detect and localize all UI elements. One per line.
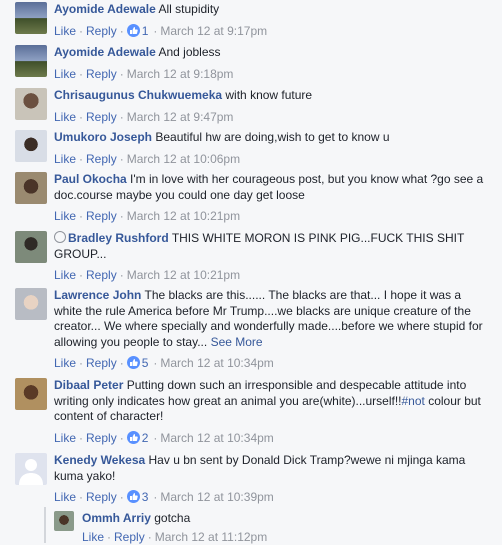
default-avatar-icon xyxy=(15,453,47,485)
commenter-name[interactable]: Ayomide Adewale xyxy=(54,45,156,59)
like-link[interactable]: Like xyxy=(54,24,76,38)
comment-body: Paul Okocha I'm in love with her courage… xyxy=(54,172,488,225)
avatar[interactable] xyxy=(15,231,47,263)
reply-link[interactable]: Reply xyxy=(86,24,117,38)
commenter-name[interactable]: Ommh Arriy xyxy=(82,511,151,525)
avatar[interactable] xyxy=(15,288,47,320)
timestamp[interactable]: March 12 at 9:17pm xyxy=(160,24,267,38)
verified-circle-icon xyxy=(54,231,66,243)
reply-link[interactable]: Reply xyxy=(86,152,117,166)
avatar[interactable] xyxy=(15,378,47,410)
comment-text: Beautiful hw are doing,wish to get to kn… xyxy=(155,130,389,144)
timestamp[interactable]: March 12 at 9:47pm xyxy=(127,110,234,124)
commenter-name[interactable]: Ayomide Adewale xyxy=(54,2,156,16)
comment-actions: Like·Reply·March 12 at 10:06pm xyxy=(54,152,488,168)
comment-text: All stupidity xyxy=(158,2,219,16)
like-link[interactable]: Like xyxy=(54,67,76,81)
reply-link[interactable]: Reply xyxy=(86,67,117,81)
comment-actions: Like·Reply·March 12 at 10:21pm xyxy=(54,209,488,225)
like-link[interactable]: Like xyxy=(54,152,76,166)
commenter-name[interactable]: Bradley Rushford xyxy=(68,231,169,245)
comment-actions: Like·Reply·March 12 at 10:21pm xyxy=(54,268,488,284)
hashtag-link[interactable]: #not xyxy=(402,394,425,408)
reply-link[interactable]: Reply xyxy=(114,530,145,544)
reply-link[interactable]: Reply xyxy=(86,209,117,223)
comment-body: Ayomide Adewale And jobless Like·Reply·M… xyxy=(54,45,488,82)
avatar[interactable] xyxy=(15,88,47,120)
see-more-link[interactable]: See More xyxy=(211,335,263,349)
like-link[interactable]: Like xyxy=(54,268,76,282)
like-count[interactable]: 1 xyxy=(142,24,149,38)
like-link[interactable]: Like xyxy=(54,431,76,445)
timestamp[interactable]: March 12 at 10:39pm xyxy=(160,490,273,504)
avatar[interactable] xyxy=(15,453,47,485)
thumbs-up-icon xyxy=(127,431,140,444)
thumbs-up-icon xyxy=(127,356,140,369)
like-count[interactable]: 2 xyxy=(142,431,149,445)
like-count[interactable]: 5 xyxy=(142,356,149,370)
like-link[interactable]: Like xyxy=(54,490,76,504)
comment-body: Umukoro Joseph Beautiful hw are doing,wi… xyxy=(54,130,488,167)
commenter-name[interactable]: Lawrence John xyxy=(54,288,141,302)
comment-actions: Like·Reply·March 12 at 9:47pm xyxy=(54,110,488,126)
timestamp[interactable]: March 12 at 11:12pm xyxy=(155,530,268,544)
comment-body: Lawrence John The blacks are this...... … xyxy=(54,288,488,372)
reply-link[interactable]: Reply xyxy=(86,110,117,124)
thumbs-up-icon xyxy=(127,490,140,503)
avatar[interactable] xyxy=(15,172,47,204)
timestamp[interactable]: March 12 at 10:34pm xyxy=(160,356,273,370)
like-count[interactable]: 3 xyxy=(142,490,149,504)
like-link[interactable]: Like xyxy=(54,110,76,124)
timestamp[interactable]: March 12 at 10:21pm xyxy=(127,268,240,282)
avatar[interactable] xyxy=(54,511,74,531)
avatar[interactable] xyxy=(15,130,47,162)
comment-body: Chrisaugunus Chukwuemeka with know futur… xyxy=(54,88,488,125)
reply-link[interactable]: Reply xyxy=(86,490,117,504)
commenter-name[interactable]: Dibaal Peter xyxy=(54,378,123,392)
commenter-name[interactable]: Umukoro Joseph xyxy=(54,130,152,144)
like-link[interactable]: Like xyxy=(82,530,104,544)
avatar[interactable] xyxy=(15,45,47,77)
comment-body: Kenedy Wekesa Hav u bn sent by Donald Di… xyxy=(54,453,488,506)
reply-link[interactable]: Reply xyxy=(86,356,117,370)
like-link[interactable]: Like xyxy=(54,209,76,223)
comment-text: with know future xyxy=(225,88,312,102)
comment-text: And jobless xyxy=(158,45,220,59)
like-link[interactable]: Like xyxy=(54,356,76,370)
timestamp[interactable]: March 12 at 10:21pm xyxy=(127,209,240,223)
timestamp[interactable]: March 12 at 10:06pm xyxy=(127,152,240,166)
commenter-name[interactable]: Kenedy Wekesa xyxy=(54,453,145,467)
avatar[interactable] xyxy=(15,2,47,34)
comment-body: Ommh Arriy gotcha Like·Reply·March 12 at… xyxy=(82,511,488,545)
thumbs-up-icon xyxy=(127,24,140,37)
timestamp[interactable]: March 12 at 9:18pm xyxy=(127,67,234,81)
comment-body: Dibaal Peter Putting down such an irresp… xyxy=(54,378,488,446)
reply-link[interactable]: Reply xyxy=(86,431,117,445)
comment-body: Ayomide Adewale All stupidity Like·Reply… xyxy=(54,2,488,39)
timestamp[interactable]: March 12 at 10:34pm xyxy=(160,431,273,445)
commenter-name[interactable]: Paul Okocha xyxy=(54,172,127,186)
comment-body: Bradley Rushford THIS WHITE MORON IS PIN… xyxy=(54,231,488,284)
reply-thread-line xyxy=(44,507,46,543)
reply-link[interactable]: Reply xyxy=(86,268,117,282)
comment-actions: Like·Reply·2·March 12 at 10:34pm xyxy=(54,431,488,447)
comment-actions: Like·Reply·1·March 12 at 9:17pm xyxy=(54,24,488,40)
comment-actions: Like·Reply·5·March 12 at 10:34pm xyxy=(54,356,488,372)
comment-text: gotcha xyxy=(154,511,190,525)
commenter-name[interactable]: Chrisaugunus Chukwuemeka xyxy=(54,88,222,102)
comment-actions: Like·Reply·3·March 12 at 10:39pm xyxy=(54,490,488,506)
comment-actions: Like·Reply·March 12 at 9:18pm xyxy=(54,67,488,83)
